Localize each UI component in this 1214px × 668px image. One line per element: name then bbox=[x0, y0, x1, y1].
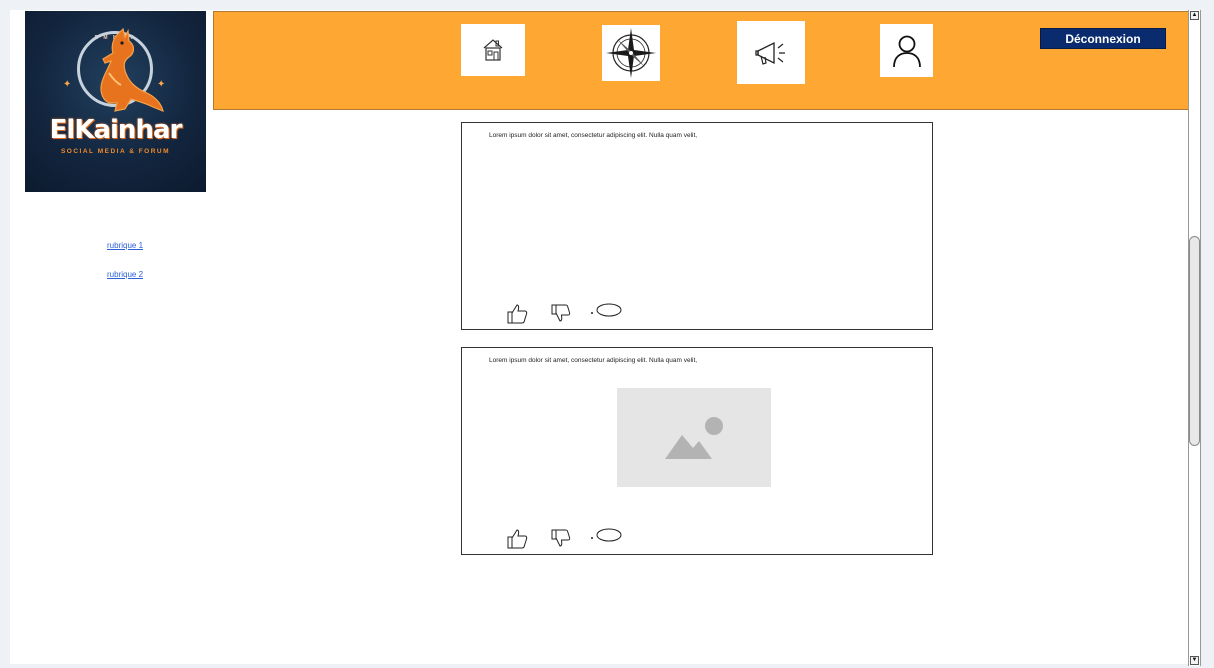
image-placeholder-icon bbox=[665, 417, 723, 459]
user-icon bbox=[892, 35, 921, 67]
scroll-up-arrow-icon[interactable]: ▲ bbox=[1190, 11, 1199, 20]
brand-logo: E M N N A ✦ ✦ ElKainhar SOCIAL MEDIA & F… bbox=[25, 11, 206, 192]
megaphone-icon bbox=[755, 41, 785, 65]
comment-bubble-icon[interactable] bbox=[590, 302, 624, 320]
app-canvas: E M N N A ✦ ✦ ElKainhar SOCIAL MEDIA & F… bbox=[10, 10, 1188, 664]
thumbs-up-icon[interactable] bbox=[506, 302, 528, 324]
thumbs-down-icon[interactable] bbox=[550, 527, 572, 549]
sidebar-item-rubrique-1[interactable]: rubrique 1 bbox=[107, 241, 143, 250]
logo-tagline: SOCIAL MEDIA & FORUM bbox=[60, 148, 171, 155]
scrollbar-thumb[interactable] bbox=[1189, 236, 1200, 446]
comment-bubble-icon[interactable] bbox=[590, 527, 624, 545]
vertical-scrollbar[interactable]: ▲ ▼ bbox=[1188, 10, 1201, 666]
compass-icon bbox=[606, 28, 656, 78]
home-icon bbox=[483, 39, 503, 61]
logout-button[interactable]: Déconnexion bbox=[1040, 28, 1166, 49]
sidebar-item-rubrique-2[interactable]: rubrique 2 bbox=[107, 270, 143, 279]
thumbs-down-icon[interactable] bbox=[550, 302, 572, 324]
logo-brand-text: ElKainhar bbox=[49, 115, 183, 145]
scroll-down-arrow-icon[interactable]: ▼ bbox=[1190, 656, 1199, 665]
sparkle-icon: ✦ bbox=[157, 79, 166, 90]
nav-profile-button[interactable] bbox=[880, 24, 933, 77]
post-text: Lorem ipsum dolor sit amet, consectetur … bbox=[489, 132, 698, 139]
nav-announcements-button[interactable] bbox=[737, 21, 805, 84]
sparkle-icon: ✦ bbox=[63, 79, 72, 90]
top-header: Déconnexion bbox=[213, 11, 1188, 110]
kangaroo-icon bbox=[100, 27, 164, 112]
post-card: Lorem ipsum dolor sit amet, consectetur … bbox=[461, 347, 933, 555]
post-image[interactable] bbox=[617, 388, 771, 487]
nav-explore-button[interactable] bbox=[602, 25, 660, 81]
nav-home-button[interactable] bbox=[461, 24, 525, 76]
thumbs-up-icon[interactable] bbox=[506, 527, 528, 549]
post-card: Lorem ipsum dolor sit amet, consectetur … bbox=[461, 122, 933, 330]
post-text: Lorem ipsum dolor sit amet, consectetur … bbox=[489, 357, 698, 364]
